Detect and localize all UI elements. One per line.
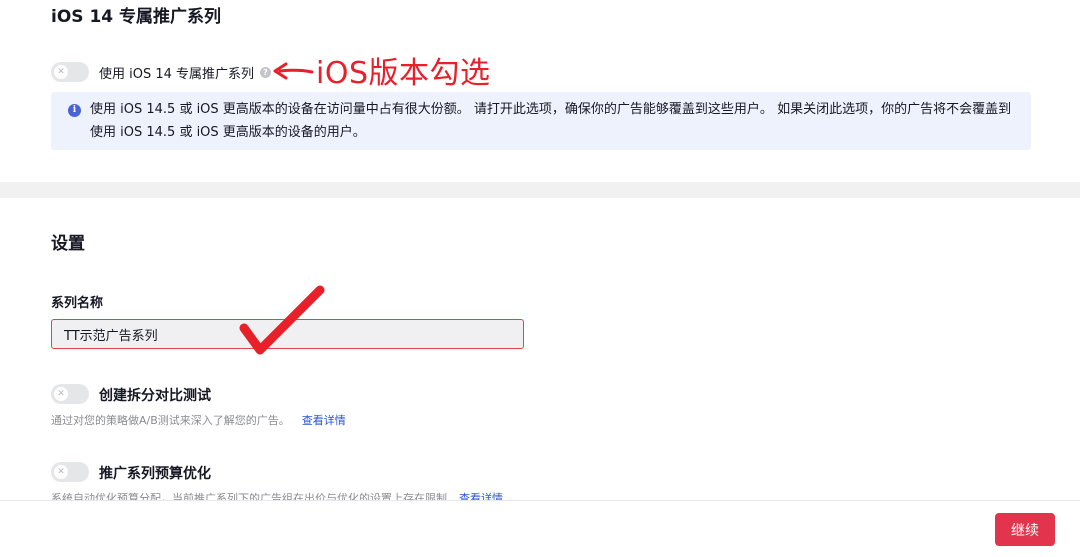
ios14-info-text: 使用 iOS 14.5 或 iOS 更高版本的设备在访问量中占有很大份额。 请打… <box>90 102 1012 140</box>
split-test-desc-text: 通过对您的策略做A/B测试来深入了解您的广告。 <box>51 414 290 427</box>
close-icon: ✕ <box>54 65 68 79</box>
annotation-arrow-icon <box>273 62 314 80</box>
annotation-check-icon <box>239 285 325 355</box>
split-test-label: 创建拆分对比测试 <box>99 388 211 404</box>
settings-section: 设置 系列名称 ✕ 创建拆分对比测试 通过对您的策略做A/B测试来深入了解您的广… <box>0 198 1080 500</box>
close-icon: ✕ <box>54 465 68 479</box>
help-icon[interactable]: ? <box>260 67 271 78</box>
info-icon: i <box>68 104 81 117</box>
budget-opt-label: 推广系列预算优化 <box>99 466 211 482</box>
footer-bar: 继续 <box>0 500 1080 557</box>
ios14-info-box: i 使用 iOS 14.5 或 iOS 更高版本的设备在访问量中占有很大份额。 … <box>51 92 1031 150</box>
ios14-toggle-label: 使用 iOS 14 专属推广系列 <box>99 67 255 82</box>
annotation-text: iOS版本勾选 <box>316 56 491 91</box>
budget-opt-toggle[interactable]: ✕ <box>51 462 89 482</box>
ios14-section: iOS 14 专属推广系列 ✕ 使用 iOS 14 专属推广系列 ? iOS版本… <box>0 0 1080 182</box>
settings-title: 设置 <box>51 234 85 254</box>
split-test-toggle[interactable]: ✕ <box>51 384 89 404</box>
close-icon: ✕ <box>54 387 68 401</box>
ios14-section-title: iOS 14 专属推广系列 <box>51 7 222 27</box>
ios14-toggle[interactable]: ✕ <box>51 62 89 82</box>
budget-opt-details-link[interactable]: 查看详情 <box>459 492 503 500</box>
split-test-details-link[interactable]: 查看详情 <box>302 414 346 427</box>
budget-opt-desc-text: 系统自动优化预算分配，当前推广系列下的广告组在出价与优化的设置上存在限制 <box>51 492 447 500</box>
split-test-desc: 通过对您的策略做A/B测试来深入了解您的广告。 查看详情 <box>51 412 346 428</box>
budget-opt-desc: 系统自动优化预算分配，当前推广系列下的广告组在出价与优化的设置上存在限制 查看详情 <box>51 490 503 500</box>
continue-button[interactable]: 继续 <box>995 513 1055 546</box>
campaign-name-label: 系列名称 <box>51 296 104 311</box>
